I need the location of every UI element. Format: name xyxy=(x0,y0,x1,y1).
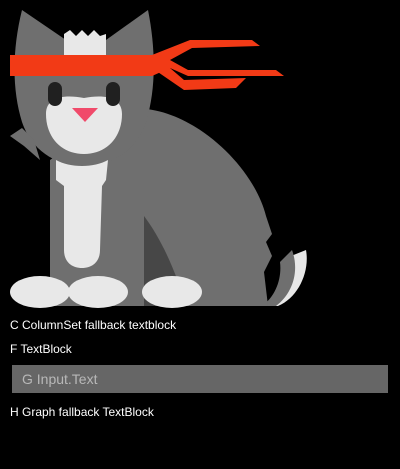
text-input[interactable] xyxy=(12,365,388,393)
ninja-cat-image xyxy=(10,10,307,308)
text-block: F TextBlock xyxy=(10,342,72,356)
graph-fallback-text: H Graph fallback TextBlock xyxy=(10,405,154,419)
column-set-fallback-text: C ColumnSet fallback textblock xyxy=(10,318,177,332)
